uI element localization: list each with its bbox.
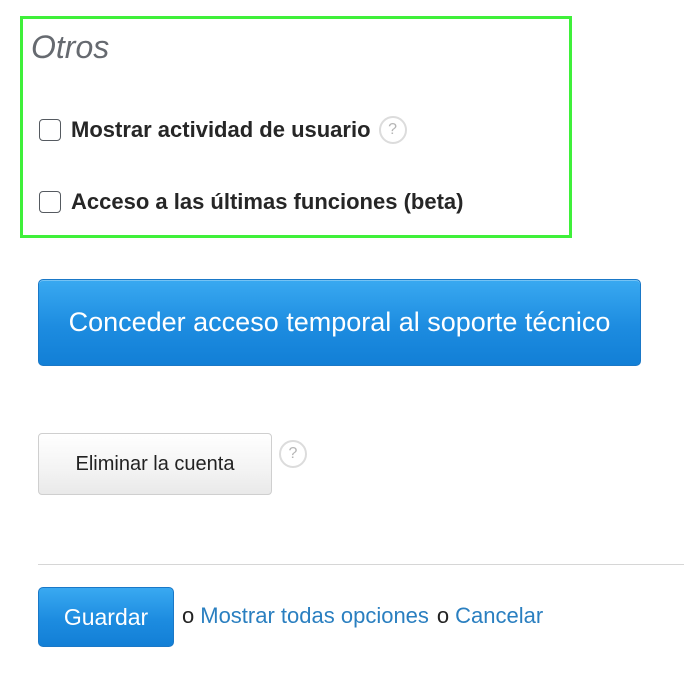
form-actions: Guardar o Mostrar todas opciones o Cance…	[38, 586, 543, 647]
beta-features-checkbox[interactable]	[39, 191, 61, 213]
separator-text: o	[182, 603, 195, 628]
grant-support-access-button[interactable]: Conceder acceso temporal al soporte técn…	[38, 279, 641, 366]
otros-section: Otros Mostrar actividad de usuario ? Acc…	[20, 16, 572, 238]
option-show-user-activity[interactable]: Mostrar actividad de usuario ?	[39, 115, 407, 145]
save-button[interactable]: Guardar	[38, 587, 174, 647]
help-icon[interactable]: ?	[378, 116, 407, 144]
settings-page: Otros Mostrar actividad de usuario ? Acc…	[0, 0, 684, 682]
delete-account-button[interactable]: Eliminar la cuenta	[38, 433, 272, 495]
section-title: Otros	[31, 29, 110, 65]
help-icon[interactable]: ?	[279, 440, 307, 468]
show-user-activity-label[interactable]: Mostrar actividad de usuario	[71, 117, 371, 143]
show-user-activity-checkbox[interactable]	[39, 119, 61, 141]
separator-text: o	[436, 603, 450, 628]
option-beta-features[interactable]: Acceso a las últimas funciones (beta)	[39, 187, 463, 217]
cancel-link[interactable]: Cancelar	[455, 603, 543, 629]
show-all-options-link[interactable]: Mostrar todas opciones	[200, 603, 429, 629]
beta-features-label[interactable]: Acceso a las últimas funciones (beta)	[71, 189, 463, 215]
divider	[38, 564, 684, 565]
